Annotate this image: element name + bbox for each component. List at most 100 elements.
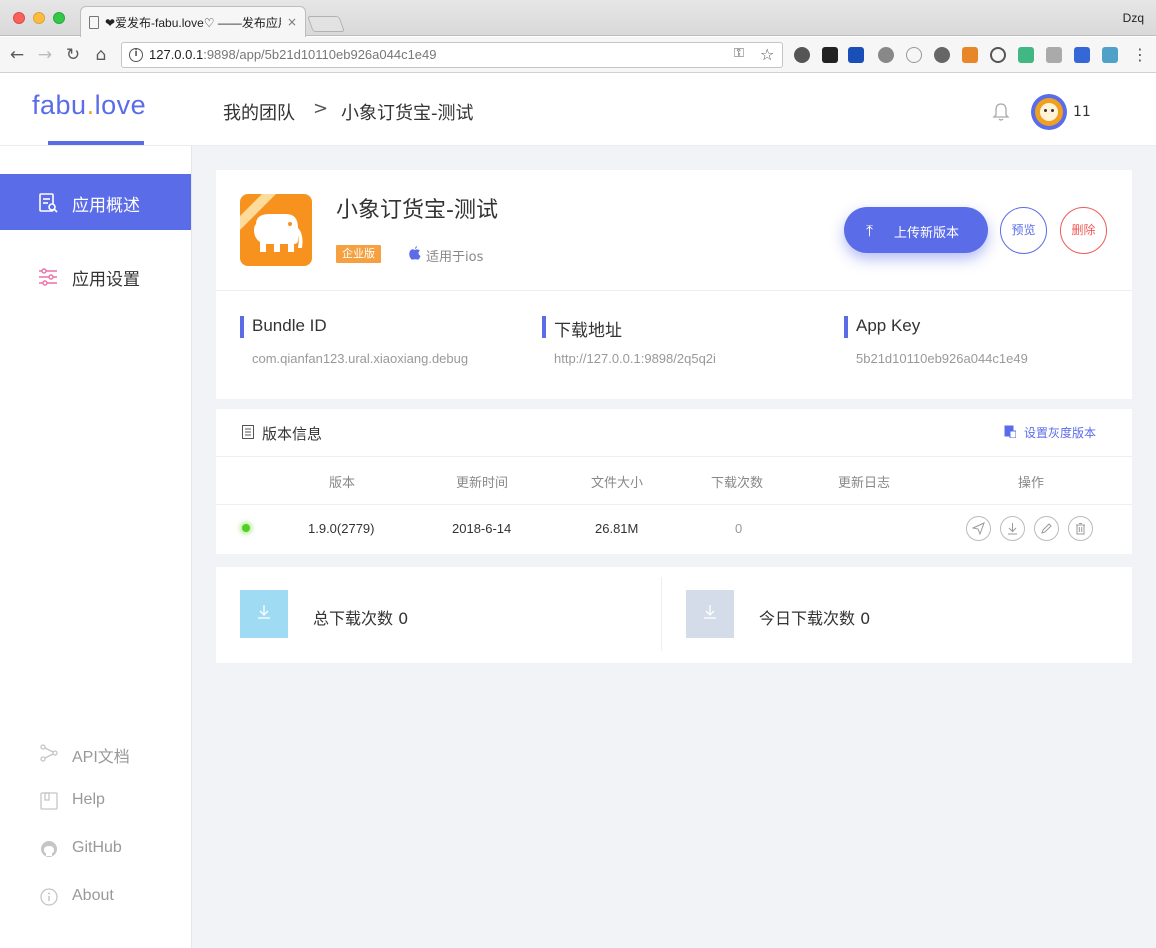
- breadcrumb-separator: >: [313, 98, 329, 119]
- preview-button[interactable]: 预览: [1000, 207, 1047, 254]
- divider: [216, 290, 1132, 291]
- active-status-dot: [242, 524, 250, 532]
- delete-button[interactable]: 删除: [1060, 207, 1107, 254]
- window-zoom-button[interactable]: [53, 12, 65, 24]
- main-content: 小象订货宝-测试 企业版 适用于ios ⤒ 上传新版本 预览 删除 Bundle…: [192, 146, 1156, 948]
- browser-toolbar: ← → ↻ ⌂ i 127.0.0.1:9898/app/5b21d10110e…: [0, 37, 1156, 73]
- sidebar-item-label: 应用设置: [72, 270, 140, 290]
- logo[interactable]: fabu.love: [32, 90, 146, 121]
- tab-close-icon[interactable]: ×: [281, 15, 297, 29]
- avatar[interactable]: [1031, 94, 1067, 130]
- extension-icon[interactable]: [906, 47, 922, 63]
- sidebar-link-label: API文档: [72, 749, 130, 766]
- breadcrumb-app: 小象订货宝-测试: [341, 103, 474, 124]
- col-version: 版本: [329, 476, 356, 491]
- download-url-title: 下载地址: [554, 321, 622, 340]
- lightbulb-extension-icon[interactable]: [934, 47, 950, 63]
- sidebar-link-label: About: [72, 887, 114, 904]
- browser-tab-strip: ❤爱发布-fabu.love♡ ——发布应用 × Dzq: [0, 0, 1156, 37]
- metamask-extension-icon[interactable]: [962, 47, 978, 63]
- extension-icon[interactable]: [1102, 47, 1118, 63]
- extension-icon[interactable]: [822, 47, 838, 63]
- user-name[interactable]: 11: [1073, 104, 1091, 120]
- total-download-icon-box: [240, 590, 288, 638]
- sidebar-link-github[interactable]: GitHub: [0, 834, 191, 864]
- forward-icon[interactable]: →: [34, 44, 56, 66]
- url-text[interactable]: 127.0.0.1:9898/app/5b21d10110eb926a044c1…: [149, 47, 437, 62]
- vue-devtools-icon[interactable]: [1018, 47, 1034, 63]
- extension-icon[interactable]: [1046, 47, 1062, 63]
- bundle-id-title: Bundle ID: [252, 316, 327, 335]
- sidebar: 应用概述 应用设置 API文档 Help GitHub About: [0, 146, 192, 948]
- today-downloads-label: 今日下载次数 0: [759, 609, 871, 628]
- back-icon[interactable]: ←: [6, 44, 28, 66]
- row-downloads: 0: [735, 521, 743, 536]
- elephant-icon: [240, 194, 303, 252]
- version-info-card: 版本信息 设置灰度版本 版本 更新时间 文件大小 下载次数 更新日志 操作 1.…: [216, 409, 1132, 554]
- download-icon: [704, 605, 716, 619]
- address-bar[interactable]: i 127.0.0.1:9898/app/5b21d10110eb926a044…: [121, 42, 783, 68]
- edit-action-button[interactable]: [1034, 516, 1059, 541]
- sidebar-item-app-settings[interactable]: 应用设置: [0, 248, 191, 304]
- info-icon: [40, 888, 58, 906]
- download-action-button[interactable]: [1000, 516, 1025, 541]
- sidebar-item-label: 应用概述: [72, 196, 140, 216]
- settings-sliders-icon: [39, 268, 57, 286]
- browser-menu-icon[interactable]: ⋮: [1132, 45, 1148, 64]
- sidebar-link-help[interactable]: Help: [0, 786, 191, 816]
- breadcrumb-team[interactable]: 我的团队: [223, 99, 295, 125]
- set-gray-version-label: 设置灰度版本: [1024, 426, 1097, 440]
- send-action-button[interactable]: [966, 516, 991, 541]
- window-close-button[interactable]: [13, 12, 25, 24]
- col-actions: 操作: [1018, 476, 1045, 491]
- app-key-title: App Key: [856, 316, 921, 335]
- trash-icon: [1076, 523, 1085, 535]
- sidebar-link-about[interactable]: About: [0, 882, 191, 912]
- version-info-title: 版本信息: [262, 425, 323, 443]
- book-icon: [40, 792, 58, 810]
- upload-new-version-button[interactable]: ⤒ 上传新版本: [844, 207, 988, 253]
- today-download-icon-box: [686, 590, 734, 638]
- gray-release-icon: [1004, 425, 1016, 438]
- home-icon[interactable]: ⌂: [90, 44, 112, 66]
- extension-icon[interactable]: [1074, 47, 1090, 63]
- logo-underline: [48, 141, 144, 145]
- row-date: 2018-6-14: [452, 521, 512, 536]
- platform-label: 适用于ios: [426, 250, 484, 265]
- total-downloads-label: 总下载次数 0: [313, 609, 409, 628]
- enterprise-badge: 企业版: [336, 245, 381, 263]
- col-update-time: 更新时间: [456, 476, 509, 491]
- upload-arrow-icon: ⤒: [866, 221, 874, 240]
- download-url-value[interactable]: http://127.0.0.1:9898/2q5q2i: [554, 351, 716, 366]
- share-nodes-icon: [40, 744, 58, 762]
- extension-icon[interactable]: [990, 47, 1006, 63]
- new-tab-button[interactable]: [307, 16, 345, 32]
- download-icon: [1008, 523, 1017, 535]
- evernote-extension-icon[interactable]: [794, 47, 810, 63]
- sidebar-item-app-overview[interactable]: 应用概述: [0, 174, 191, 230]
- row-size: 26.81M: [595, 521, 639, 536]
- window-minimize-button[interactable]: [33, 12, 45, 24]
- app-header: fabu.love 我的团队 > 小象订货宝-测试 11: [0, 74, 1156, 146]
- delete-action-button[interactable]: [1068, 516, 1093, 541]
- list-icon: [242, 425, 254, 439]
- divider: [661, 577, 662, 651]
- tab-title: ❤爱发布-fabu.love♡ ——发布应用: [105, 15, 281, 30]
- reload-icon[interactable]: ↻: [62, 44, 84, 66]
- col-changelog: 更新日志: [838, 476, 891, 491]
- site-info-icon[interactable]: i: [129, 48, 143, 62]
- sidebar-link-api-docs[interactable]: API文档: [0, 738, 191, 768]
- sidebar-link-label: GitHub: [72, 839, 122, 856]
- browser-tab[interactable]: ❤爱发布-fabu.love♡ ——发布应用 ×: [80, 6, 306, 37]
- bookmark-star-icon[interactable]: ☆: [760, 45, 774, 64]
- key-icon[interactable]: ⚿: [734, 46, 744, 61]
- adblock-off-extension-icon[interactable]: [848, 47, 864, 63]
- col-download-count: 下载次数: [711, 476, 764, 491]
- recycle-extension-icon[interactable]: [878, 47, 894, 63]
- browser-profile-name[interactable]: Dzq: [1123, 11, 1144, 25]
- row-version: 1.9.0(2779): [308, 521, 375, 536]
- pencil-icon: [1041, 523, 1052, 534]
- bell-icon[interactable]: [992, 102, 1010, 122]
- bundle-id-value: com.qianfan123.ural.xiaoxiang.debug: [252, 351, 469, 366]
- sidebar-link-label: Help: [72, 791, 105, 808]
